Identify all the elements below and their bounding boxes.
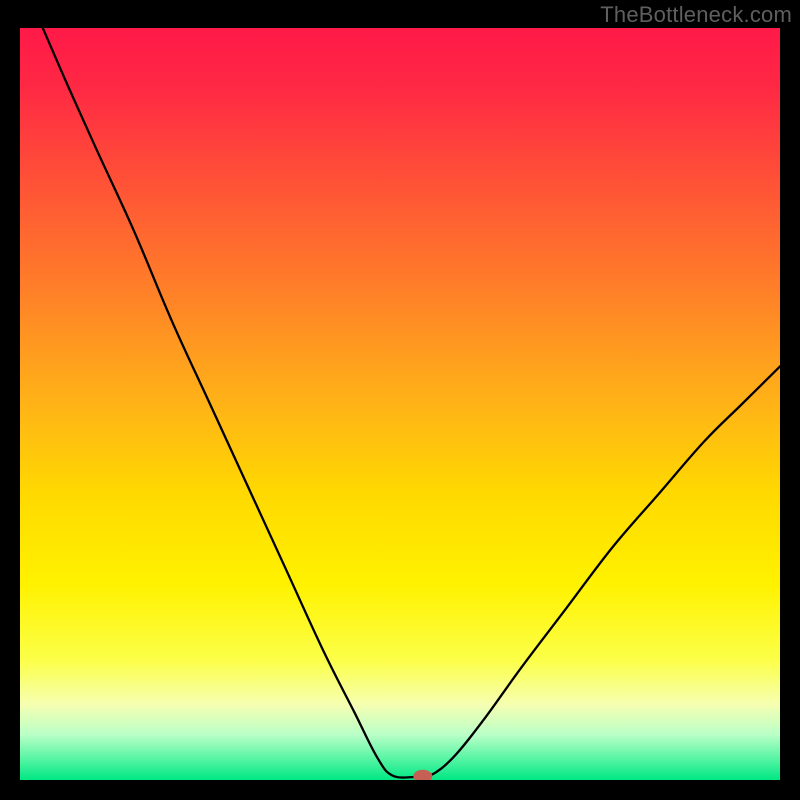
bottleneck-chart — [20, 28, 780, 780]
watermark-text: TheBottleneck.com — [600, 2, 792, 28]
chart-frame: TheBottleneck.com — [0, 0, 800, 800]
optimal-point-marker — [414, 770, 432, 780]
gradient-background — [20, 28, 780, 780]
plot-area — [20, 28, 780, 780]
